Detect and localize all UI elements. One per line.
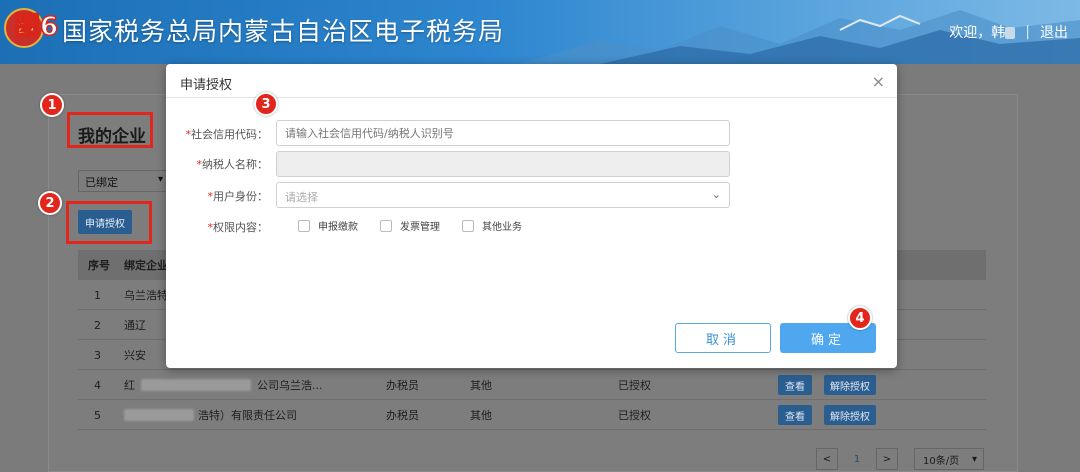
permission-option-other[interactable]: 其他业务 [462, 218, 522, 233]
table-row: 4 红 公司乌兰浩... 办税员 其他 已授权 查看 解除授权 [78, 370, 986, 400]
user-role: 办税员 [386, 409, 419, 422]
annotation-badge-3: 3 [254, 92, 278, 116]
close-icon[interactable]: × [872, 72, 885, 91]
site-header: 图6 国家税务总局内蒙古自治区电子税务局 欢迎，韩 | 退出 [0, 0, 1080, 64]
row-number: 2 [94, 318, 101, 332]
redacted-text [141, 379, 251, 391]
user-role: 办税员 [386, 379, 419, 392]
revoke-authorization-button[interactable]: 解除授权 [824, 375, 876, 395]
user-name-blur [1005, 27, 1016, 39]
chevron-down-icon: ▾ [157, 174, 163, 185]
view-button[interactable]: 查看 [778, 375, 812, 395]
row-number: 3 [94, 348, 101, 362]
company-name: 兴安 [124, 349, 146, 362]
row-number: 5 [94, 408, 101, 422]
pager-page-1[interactable]: 1 [846, 448, 868, 470]
pager-prev-button[interactable]: < [816, 448, 838, 470]
permission-type: 其他 [470, 409, 492, 422]
company-name: 乌兰浩特 [124, 289, 168, 302]
checkbox[interactable] [462, 219, 474, 232]
welcome-text: 欢迎，韩 [949, 22, 1016, 42]
permission-type: 其他 [470, 379, 492, 392]
permission-option-invoice[interactable]: 发票管理 [380, 218, 440, 233]
figure-tag: 图6 [13, 11, 59, 43]
chevron-down-icon: ▾ [971, 453, 977, 465]
site-title: 国家税务总局内蒙古自治区电子税务局 [62, 17, 505, 46]
checkbox[interactable] [380, 219, 392, 232]
permission-checkbox-group: 申报缴款 发票管理 其他业务 [298, 218, 544, 233]
user-role-label: *用户身份： [207, 190, 269, 203]
company-name: 红 公司乌兰浩... [124, 379, 323, 392]
chevron-down-icon: ⌄ [711, 188, 721, 201]
table-row: 5 浩特）有限责任公司 办税员 其他 已授权 查看 解除授权 [78, 400, 986, 430]
cancel-button[interactable]: 取消 [675, 323, 771, 353]
dialog-title: 申请授权 [180, 78, 233, 93]
dialog-header: 申请授权 × [166, 64, 897, 98]
redacted-text [124, 409, 194, 421]
annotation-box-1 [67, 112, 153, 148]
bind-status-select[interactable]: 已绑定 ▾ [78, 170, 168, 192]
annotation-box-2 [66, 201, 152, 244]
revoke-authorization-button[interactable]: 解除授权 [824, 405, 876, 425]
annotation-badge-2: 2 [38, 191, 62, 215]
taxpayer-name-field [276, 151, 730, 177]
user-role-select[interactable]: 请选择 ⌄ [276, 182, 730, 208]
logout-link[interactable]: 退出 [1040, 22, 1068, 42]
permission-option-tax-payment[interactable]: 申报缴款 [298, 218, 358, 233]
taxpayer-name-label: *纳税人名称： [196, 158, 269, 171]
view-button[interactable]: 查看 [778, 405, 812, 425]
header-user-area: 欢迎，韩 | 退出 [949, 22, 1068, 42]
auth-status: 已授权 [618, 409, 651, 422]
credit-code-label: *社会信用代码： [185, 128, 269, 141]
credit-code-input[interactable] [276, 120, 730, 146]
pager-next-button[interactable]: > [876, 448, 898, 470]
company-name: 通辽 [124, 319, 146, 332]
column-header-company: 绑定企业 [124, 259, 168, 272]
permission-label: *权限内容： [207, 221, 269, 234]
header-separator: | [1025, 24, 1030, 40]
page-size-select[interactable]: 10条/页 ▾ [914, 448, 984, 470]
column-header-no: 序号 [88, 259, 110, 272]
row-number: 1 [94, 288, 101, 302]
company-name: 浩特）有限责任公司 [124, 400, 297, 430]
checkbox[interactable] [298, 219, 310, 232]
auth-status: 已授权 [618, 379, 651, 392]
row-number: 4 [94, 378, 101, 392]
annotation-badge-1: 1 [40, 93, 64, 117]
annotation-badge-4: 4 [848, 306, 872, 330]
